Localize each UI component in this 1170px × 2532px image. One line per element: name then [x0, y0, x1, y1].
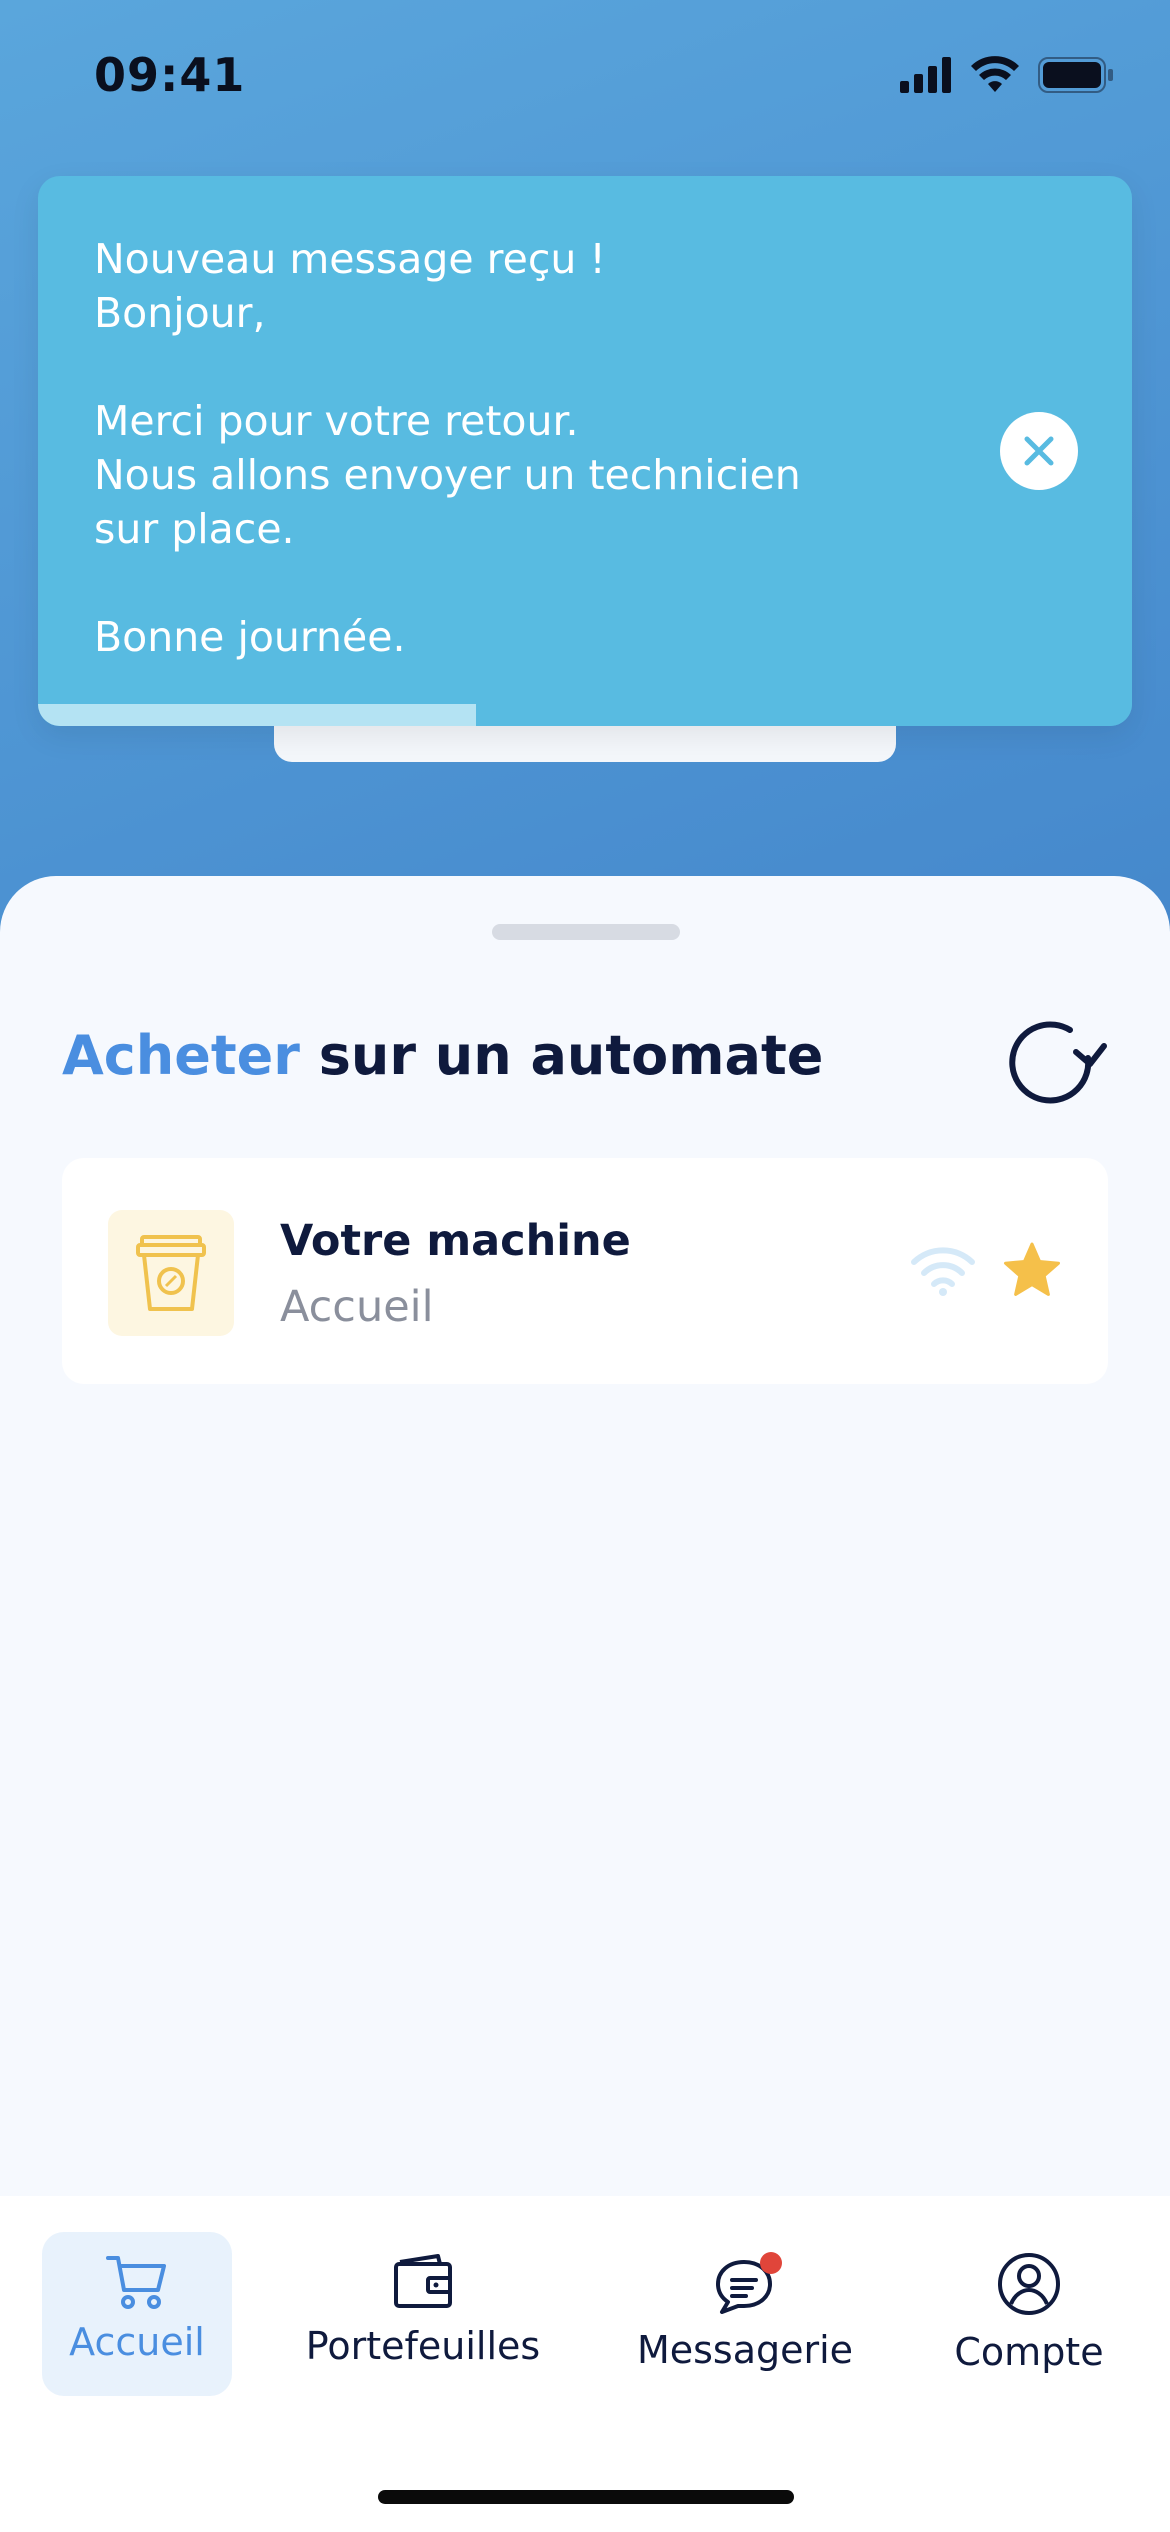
- status-bar: 09:41: [0, 0, 1170, 150]
- message-toast[interactable]: Nouveau message reçu ! Bonjour, Merci po…: [38, 176, 1132, 726]
- status-icons: [900, 56, 1114, 94]
- wifi-status-icon: [971, 56, 1019, 92]
- tab-bar: Accueil Portefeuilles Messagerie Compte: [0, 2196, 1170, 2532]
- tab-portefeuilles[interactable]: Portefeuilles: [300, 2232, 546, 2396]
- toast-close-button[interactable]: [1000, 412, 1078, 490]
- machine-icon-box: [108, 1210, 234, 1336]
- tab-messagerie[interactable]: Messagerie: [630, 2232, 860, 2396]
- tab-accueil[interactable]: Accueil: [42, 2232, 232, 2396]
- machine-location: Accueil: [280, 1282, 434, 1332]
- signal-icon: [900, 57, 951, 93]
- tab-compte-label: Compte: [954, 2330, 1104, 2374]
- home-indicator: [378, 2490, 794, 2504]
- toast-progress-track: [38, 704, 1132, 726]
- tab-messagerie-label: Messagerie: [636, 2328, 854, 2372]
- notification-badge: [760, 2252, 782, 2274]
- bottom-sheet: Acheter sur un automate Votre machine Ac…: [0, 876, 1170, 2196]
- sheet-drag-handle[interactable]: [492, 924, 680, 940]
- chat-icon-wrap: [710, 2252, 782, 2318]
- tab-portefeuilles-label: Portefeuilles: [305, 2324, 541, 2368]
- refresh-icon: [1009, 1021, 1107, 1104]
- toast-message: Nouveau message reçu ! Bonjour, Merci po…: [94, 235, 801, 661]
- tab-compte[interactable]: Compte: [934, 2232, 1124, 2396]
- wifi-icon: [911, 1247, 975, 1296]
- status-time: 09:41: [94, 48, 246, 102]
- machine-name: Votre machine: [280, 1216, 631, 1266]
- toast-progress-fill: [38, 704, 476, 726]
- refresh-button[interactable]: [1000, 1008, 1110, 1118]
- machine-card[interactable]: Votre machine Accueil: [62, 1158, 1108, 1384]
- battery-icon: [1038, 57, 1113, 93]
- tab-accueil-label: Accueil: [69, 2320, 205, 2364]
- favorite-star-icon[interactable]: [1002, 1242, 1062, 1298]
- coffee-cup-icon: [136, 1235, 206, 1311]
- sheet-title-rest: sur un automate: [299, 1024, 824, 1087]
- cart-icon: [106, 2256, 166, 2309]
- close-icon: [1024, 436, 1054, 466]
- sheet-title: Acheter sur un automate: [62, 1024, 823, 1087]
- wallet-icon: [394, 2254, 452, 2308]
- user-icon: [998, 2253, 1060, 2315]
- sheet-title-accent: Acheter: [62, 1024, 300, 1087]
